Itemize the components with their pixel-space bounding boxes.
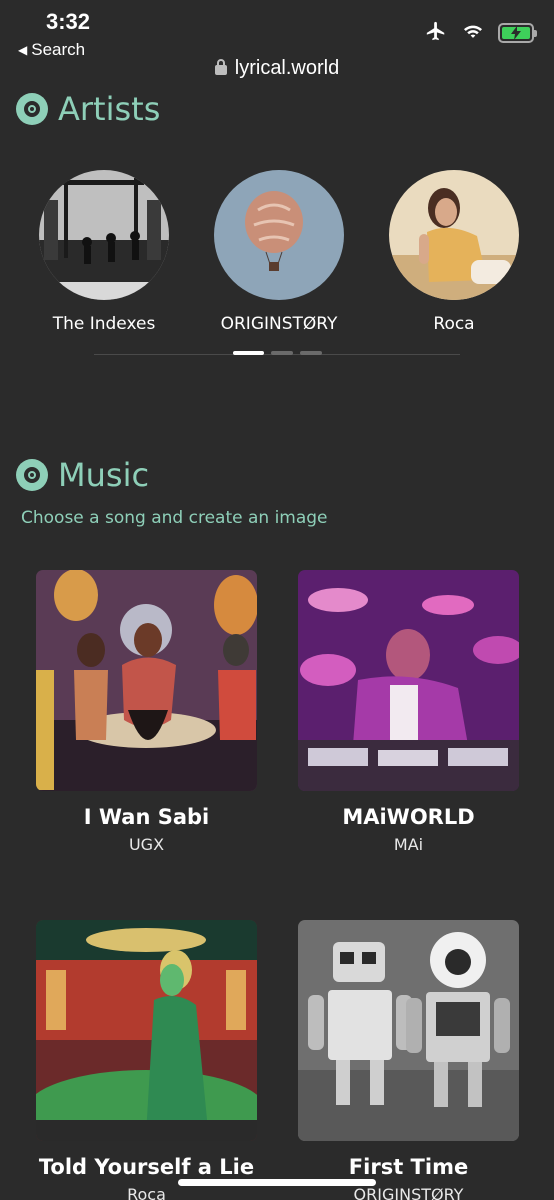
song-cover-image[interactable] bbox=[298, 920, 519, 1141]
artist-avatar[interactable] bbox=[214, 170, 344, 300]
vinyl-disc-icon bbox=[16, 459, 48, 491]
airplane-icon bbox=[424, 20, 448, 46]
song-cover-image[interactable] bbox=[36, 920, 257, 1141]
pagination-dot-active[interactable] bbox=[233, 351, 264, 355]
back-arrow-icon: ◀ bbox=[18, 43, 28, 57]
artist-name: Roca bbox=[433, 314, 475, 334]
song-card-first-time[interactable]: First Time ORIGINSTØRY bbox=[298, 920, 519, 1200]
music-subtitle: Choose a song and create an image bbox=[21, 508, 328, 528]
artist-avatar[interactable] bbox=[389, 170, 519, 300]
artist-name: ORIGINSTØRY bbox=[220, 314, 338, 334]
song-title: First Time bbox=[348, 1155, 469, 1179]
artist-card-roca[interactable]: Roca bbox=[364, 170, 544, 334]
song-cover-image[interactable] bbox=[298, 570, 519, 791]
song-title: I Wan Sabi bbox=[83, 805, 210, 829]
url-text: lyrical.world bbox=[234, 57, 340, 79]
status-bar: 3:32 ◀ Search bbox=[0, 0, 554, 60]
song-title: Told Yourself a Lie bbox=[38, 1155, 255, 1179]
song-card-told-yourself-a-lie[interactable]: Told Yourself a Lie Roca bbox=[36, 920, 257, 1200]
song-cover-image[interactable] bbox=[36, 570, 257, 791]
pagination-dot[interactable] bbox=[271, 351, 293, 355]
wifi-icon bbox=[462, 22, 484, 44]
song-artist: ORIGINSTØRY bbox=[353, 1185, 464, 1200]
status-time: 3:32 bbox=[46, 9, 91, 34]
battery-charging-icon bbox=[498, 23, 537, 43]
artist-card-the-indexes[interactable]: The Indexes bbox=[14, 170, 194, 334]
artist-card-originstory[interactable]: ORIGINSTØRY bbox=[189, 170, 369, 334]
pagination-dot[interactable] bbox=[300, 351, 322, 355]
url-bar[interactable]: lyrical.world bbox=[0, 57, 554, 80]
status-icons bbox=[424, 20, 537, 46]
artist-avatar[interactable] bbox=[39, 170, 169, 300]
music-header: Music bbox=[16, 456, 149, 494]
song-artist: UGX bbox=[128, 835, 165, 854]
song-artist: MAi bbox=[393, 835, 424, 854]
artists-title: Artists bbox=[58, 90, 161, 128]
home-indicator[interactable] bbox=[178, 1179, 376, 1186]
artist-name: The Indexes bbox=[52, 314, 156, 334]
song-card-i-wan-sabi[interactable]: I Wan Sabi UGX bbox=[36, 570, 257, 854]
carousel-pagination[interactable] bbox=[233, 351, 322, 355]
song-title: MAiWORLD bbox=[342, 805, 475, 829]
vinyl-disc-icon bbox=[16, 93, 48, 125]
artists-carousel[interactable]: The Indexes ORIGINSTØRY Roca bbox=[0, 170, 554, 340]
song-artist: Roca bbox=[127, 1185, 166, 1200]
lock-icon bbox=[214, 58, 227, 79]
music-title: Music bbox=[58, 456, 150, 494]
song-card-maiworld[interactable]: MAiWORLD MAi bbox=[298, 570, 519, 854]
artists-header: Artists bbox=[16, 90, 160, 128]
battery-level bbox=[502, 26, 530, 40]
